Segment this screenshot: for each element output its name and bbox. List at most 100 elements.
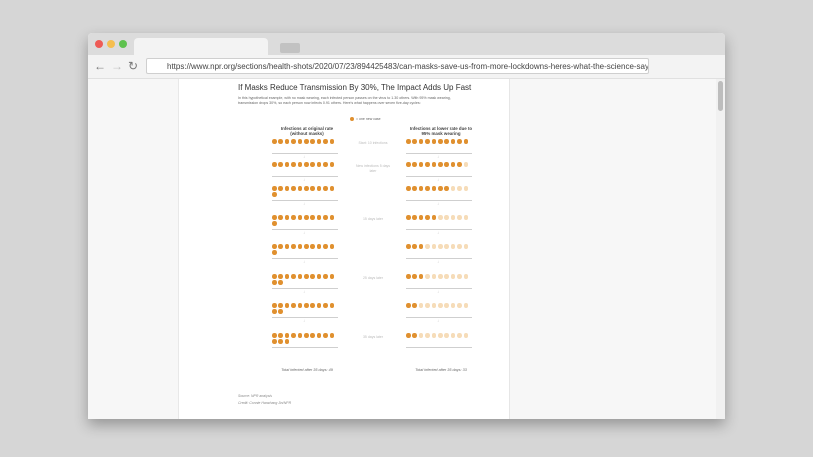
timeline-label: Start: 10 infections <box>358 141 388 145</box>
case-dot-original <box>291 186 296 191</box>
case-dot-masked <box>418 215 424 220</box>
case-dot-original <box>278 309 283 314</box>
case-dot-original <box>310 186 315 191</box>
row-divider <box>406 317 472 318</box>
scrollbar-thumb[interactable] <box>718 81 723 111</box>
case-dot-masked <box>425 274 430 279</box>
row-divider <box>406 176 472 177</box>
case-dot-original <box>278 280 283 285</box>
case-dot-original <box>310 162 315 167</box>
case-dot-masked <box>438 139 443 144</box>
case-dot-masked <box>463 215 469 220</box>
case-dot-original <box>291 333 296 338</box>
case-dot-original <box>272 309 277 314</box>
case-dot-masked <box>463 303 469 308</box>
case-dot-original <box>323 274 328 279</box>
row-divider <box>406 200 472 201</box>
case-dot-masked <box>425 215 430 220</box>
case-dot-masked <box>463 139 469 144</box>
address-bar[interactable]: https://www.npr.org/sections/health-shot… <box>146 58 649 74</box>
case-dot-original <box>304 303 309 308</box>
close-window-button[interactable] <box>95 40 103 48</box>
graphic-title: If Masks Reduce Transmission By 30%, The… <box>238 83 472 92</box>
case-dot-original <box>329 274 335 279</box>
down-arrow-icon: ↓ <box>303 177 305 182</box>
case-dot-masked <box>406 244 411 249</box>
case-dot-original <box>291 139 296 144</box>
case-dot-original <box>310 274 315 279</box>
case-dot-masked <box>406 186 411 191</box>
vertical-scrollbar[interactable] <box>716 79 725 419</box>
browser-toolbar: ← → ↻ https://www.npr.org/sections/healt… <box>88 55 725 79</box>
case-dot-original <box>316 215 322 220</box>
case-dot-original <box>272 139 277 144</box>
case-dot-masked <box>463 162 469 167</box>
forward-arrow-icon[interactable]: → <box>111 59 123 73</box>
case-dot-masked <box>425 303 430 308</box>
case-dot-original <box>323 186 328 191</box>
case-dot-masked <box>444 215 449 220</box>
case-dot-masked <box>425 333 430 338</box>
reload-icon[interactable]: ↻ <box>128 59 138 73</box>
case-dot-original <box>316 162 322 167</box>
case-dot-masked <box>425 244 430 249</box>
case-dot-original <box>297 162 303 167</box>
case-dot-masked <box>463 333 469 338</box>
case-dot-original <box>304 139 309 144</box>
new-tab-button[interactable] <box>280 43 300 53</box>
case-dot-masked <box>438 215 443 220</box>
case-dot-original <box>284 333 290 338</box>
row-divider <box>272 258 338 259</box>
case-dot-masked <box>425 162 430 167</box>
down-arrow-icon: ↓ <box>437 154 439 159</box>
case-dot-original <box>310 215 315 220</box>
minimize-window-button[interactable] <box>107 40 115 48</box>
case-dot-masked <box>418 333 424 338</box>
row-divider <box>406 347 472 348</box>
title-bar <box>88 33 725 55</box>
case-dot-original <box>272 303 277 308</box>
timeline-label: 35 days later <box>362 335 384 339</box>
right-column-heading: Infections at lower rate due to 95% mask… <box>409 126 473 136</box>
case-dot-original <box>272 192 277 197</box>
down-arrow-icon: ↓ <box>437 201 439 206</box>
case-dot-masked <box>431 274 437 279</box>
back-arrow-icon[interactable]: ← <box>94 59 106 73</box>
case-dot-original <box>323 162 328 167</box>
row-divider <box>272 200 338 201</box>
case-dot-masked <box>431 162 437 167</box>
case-dot-masked <box>418 303 424 308</box>
case-dot-masked <box>457 215 462 220</box>
case-dot-original <box>316 139 322 144</box>
case-dot-masked <box>457 162 462 167</box>
case-dot-masked <box>444 244 449 249</box>
case-dot-masked <box>463 244 469 249</box>
browser-tab[interactable] <box>134 38 268 55</box>
case-dot-original <box>272 250 277 255</box>
case-dot-original <box>272 215 277 220</box>
case-dot-original <box>329 162 335 167</box>
case-dot-original <box>284 274 290 279</box>
case-dot-masked <box>457 244 462 249</box>
case-dot-masked <box>463 186 469 191</box>
maximize-window-button[interactable] <box>119 40 127 48</box>
case-dot-masked <box>406 162 411 167</box>
case-dot-masked <box>450 215 456 220</box>
case-dot-masked <box>450 333 456 338</box>
case-dot-masked <box>463 274 469 279</box>
case-dot-original <box>272 274 277 279</box>
case-dot-masked <box>412 215 417 220</box>
down-arrow-icon: ↓ <box>437 289 439 294</box>
case-dot-original <box>297 186 303 191</box>
case-dot-original <box>272 333 277 338</box>
case-dot-original <box>329 333 335 338</box>
case-dot-masked <box>450 303 456 308</box>
case-dot-masked <box>418 139 424 144</box>
case-dot-masked <box>450 186 456 191</box>
legend: = one new case <box>350 117 381 122</box>
down-arrow-icon: ↓ <box>437 177 439 182</box>
case-dot-masked <box>438 274 443 279</box>
case-dot-original <box>323 333 328 338</box>
case-dot-masked <box>418 162 424 167</box>
left-total: Total infected after 35 days: 49 <box>281 368 333 372</box>
